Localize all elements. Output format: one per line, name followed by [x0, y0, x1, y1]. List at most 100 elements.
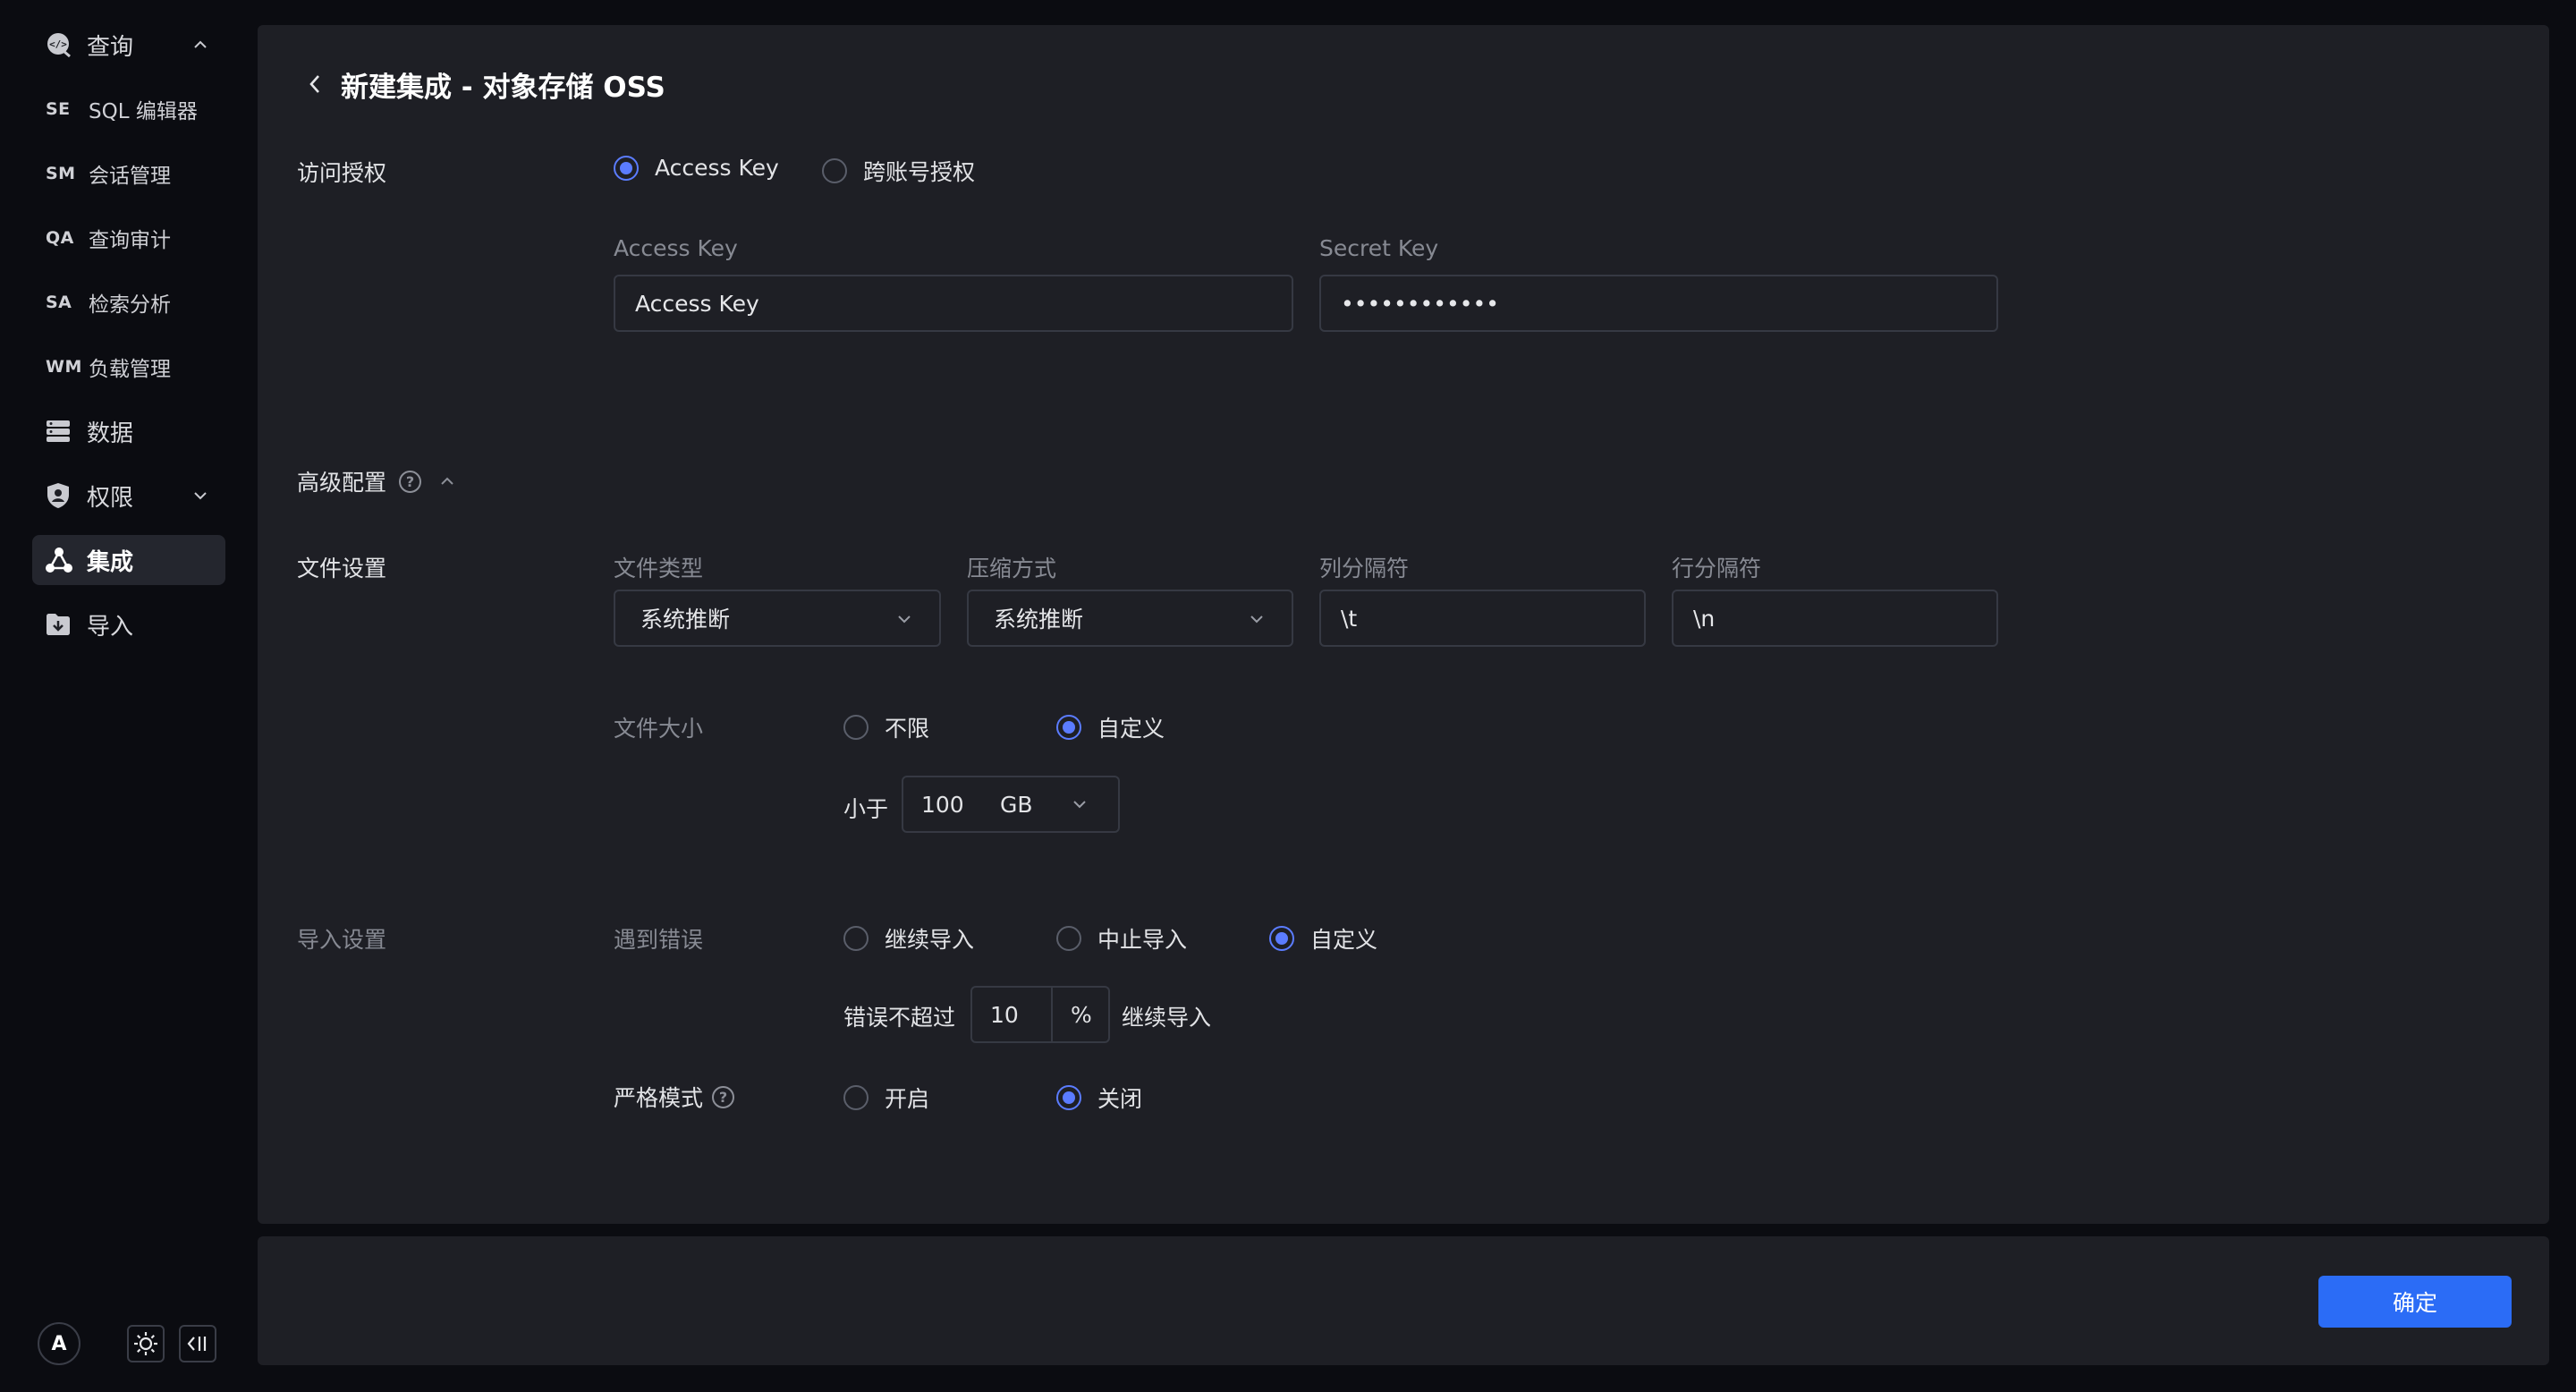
radio-circle [822, 158, 847, 183]
file-type-value: 系统推断 [640, 607, 731, 632]
page-title: 新建集成 - 对象存储 OSS [341, 72, 665, 104]
sidebar-item-label: 数据 [87, 420, 134, 447]
radio-circle [1056, 1085, 1081, 1110]
less-than-label: 小于 [843, 796, 889, 822]
sun-icon [134, 1332, 157, 1355]
sidebar-item-sql-editor[interactable]: SE SQL 编辑器 [32, 84, 225, 134]
on-error-option-continue[interactable]: 继续导入 [843, 922, 974, 955]
sidebar-item-search-analysis[interactable]: SA 检索分析 [32, 277, 225, 327]
sidebar-item-query-audit[interactable]: QA 查询审计 [32, 213, 225, 263]
file-size-value[interactable]: 100 [921, 792, 964, 818]
avatar[interactable]: A [38, 1322, 80, 1365]
radio-label: 中止导入 [1097, 927, 1188, 953]
secret-key-input[interactable] [1319, 275, 1998, 332]
file-size-input-group: 100 GB [902, 776, 1120, 833]
database-icon [46, 418, 76, 445]
row-separator-input[interactable] [1672, 590, 1998, 647]
chevron-up-icon[interactable] [190, 34, 211, 55]
sidebar-item-label: 负载管理 [89, 358, 171, 381]
radio-label: 开启 [885, 1086, 930, 1112]
chevron-down-icon [1250, 615, 1263, 624]
sidebar-item-import[interactable]: 导入 [32, 599, 225, 649]
radio-label: 不限 [885, 716, 930, 742]
on-error-option-custom[interactable]: 自定义 [1269, 922, 1377, 955]
back-chevron-icon[interactable] [306, 72, 324, 96]
import-settings-label: 导入设置 [297, 927, 387, 953]
chevron-down-icon [898, 615, 911, 624]
sidebar-item-label: 查询审计 [89, 229, 171, 252]
row-separator-label: 行分隔符 [1672, 556, 1762, 581]
strict-mode-option-off[interactable]: 关闭 [1056, 1082, 1142, 1114]
sidebar-item-query[interactable]: </> 查询 [32, 20, 225, 70]
sidebar-item-integration[interactable]: 集成 [32, 535, 225, 585]
sidebar-item-session-management[interactable]: SM 会话管理 [32, 149, 225, 199]
theme-toggle-button[interactable] [127, 1325, 165, 1362]
sidebar-nav: </> 查询 SE SQL 编辑器 SM 会话管理 QA 查询审计 SA 检索分… [32, 20, 225, 664]
strict-mode-label-group: 严格模式 ? [614, 1081, 735, 1113]
radio-label: 自定义 [1310, 927, 1378, 953]
radio-circle [843, 926, 869, 951]
error-threshold-unit: % [1071, 1002, 1092, 1028]
sidebar-item-label: 检索分析 [89, 293, 171, 317]
sidebar-item-label: SQL 编辑器 [89, 100, 198, 123]
radio-label: 自定义 [1097, 716, 1165, 742]
radio-circle [1056, 715, 1081, 740]
radio-circle [1269, 926, 1294, 951]
sidebar-item-label: 查询 [87, 33, 134, 61]
file-size-unit[interactable]: GB [1000, 792, 1033, 818]
confirm-button[interactable]: 确定 [2318, 1276, 2512, 1328]
sidebar-item-label: 权限 [87, 484, 134, 512]
import-folder-icon [46, 611, 76, 638]
svg-text:</>: </> [49, 38, 67, 50]
file-size-option-custom[interactable]: 自定义 [1056, 711, 1165, 743]
error-threshold-prefix: 错误不超过 [843, 1005, 956, 1031]
file-size-option-unlimited[interactable]: 不限 [843, 711, 929, 743]
file-type-label: 文件类型 [614, 556, 704, 581]
input-divider [1051, 988, 1053, 1041]
help-circle-icon[interactable]: ? [399, 470, 422, 493]
strict-mode-label: 严格模式 [614, 1085, 704, 1111]
sidebar-item-abbr: WM [46, 357, 82, 377]
strict-mode-option-on[interactable]: 开启 [843, 1082, 929, 1114]
on-error-option-abort[interactable]: 中止导入 [1056, 922, 1187, 955]
radio-label: 跨账号授权 [863, 159, 976, 185]
shield-user-icon [46, 482, 76, 509]
collapse-sidebar-button[interactable] [179, 1325, 216, 1362]
error-threshold-value[interactable]: 10 [990, 1002, 1019, 1028]
sidebar-bottom-bar: A [36, 1322, 224, 1365]
secret-key-label: Secret Key [1319, 235, 1439, 261]
advanced-config-label: 高级配置 [297, 470, 387, 496]
chevron-down-icon[interactable] [190, 485, 211, 506]
query-icon: </> [46, 31, 76, 58]
column-separator-label: 列分隔符 [1319, 556, 1410, 581]
compression-select[interactable]: 系统推断 [967, 590, 1293, 647]
sidebar-item-label: 集成 [87, 548, 134, 576]
radio-label: Access Key [655, 155, 779, 181]
chevron-up-icon [441, 477, 453, 485]
sidebar-item-abbr: SA [46, 293, 72, 312]
sidebar-item-data[interactable]: 数据 [32, 406, 225, 456]
file-settings-label: 文件设置 [297, 556, 387, 581]
form-footer [258, 1236, 2549, 1365]
error-threshold-input-group: 10 % [970, 986, 1110, 1043]
sidebar-item-label: 会话管理 [89, 165, 171, 188]
help-circle-icon[interactable]: ? [712, 1085, 735, 1108]
advanced-config-toggle[interactable]: 高级配置 ? [297, 465, 457, 497]
compression-label: 压缩方式 [967, 556, 1057, 581]
collapse-icon [187, 1337, 207, 1351]
integration-icon [46, 547, 76, 573]
auth-section-label: 访问授权 [297, 160, 387, 186]
auth-option-cross-account[interactable]: 跨账号授权 [822, 155, 975, 187]
error-threshold-suffix: 继续导入 [1122, 1005, 1212, 1031]
auth-option-access-key[interactable]: Access Key [614, 155, 779, 181]
radio-circle [843, 1085, 869, 1110]
chevron-down-icon[interactable] [1070, 794, 1089, 814]
column-separator-input[interactable] [1319, 590, 1646, 647]
sidebar-item-workload-management[interactable]: WM 负载管理 [32, 342, 225, 392]
radio-label: 关闭 [1097, 1086, 1143, 1112]
sidebar-item-abbr: SE [46, 99, 71, 119]
file-type-select[interactable]: 系统推断 [614, 590, 941, 647]
sidebar: </> 查询 SE SQL 编辑器 SM 会话管理 QA 查询审计 SA 检索分… [0, 0, 240, 1392]
sidebar-item-permissions[interactable]: 权限 [32, 471, 225, 521]
access-key-input[interactable] [614, 275, 1293, 332]
